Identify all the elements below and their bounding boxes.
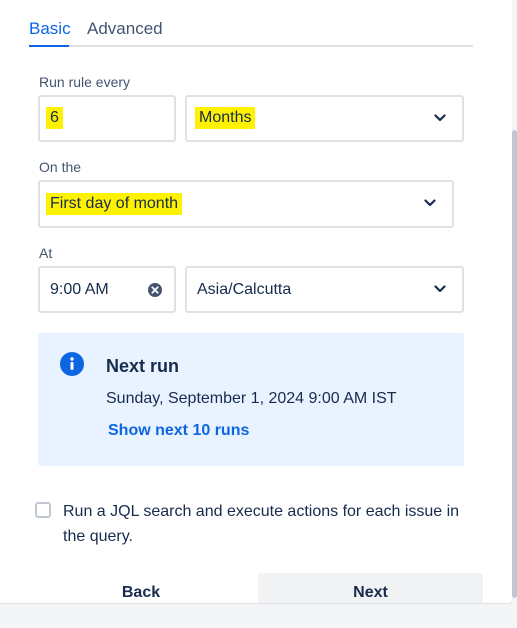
next-run-panel: Next run Sunday, September 1, 2024 9:00 … [38, 333, 464, 466]
time-input[interactable]: 9:00 AM [38, 266, 176, 313]
time-value: 9:00 AM [50, 281, 109, 298]
timezone-select[interactable]: Asia/Calcutta [185, 266, 464, 313]
unit-value: Months [195, 107, 256, 129]
tab-advanced[interactable]: Advanced [87, 19, 163, 39]
interval-value: 6 [46, 107, 63, 129]
chevron-down-icon [434, 285, 446, 293]
chevron-down-icon [424, 199, 436, 207]
run-rule-label: Run rule every [39, 74, 131, 90]
next-run-date: Sunday, September 1, 2024 9:00 AM IST [106, 390, 397, 407]
back-button[interactable]: Back [40, 573, 242, 603]
tab-divider [29, 45, 473, 47]
on-the-label: On the [39, 159, 82, 175]
info-icon [60, 352, 84, 376]
scrollbar-thumb[interactable] [512, 130, 517, 598]
active-tab-indicator [29, 45, 69, 47]
jql-checkbox[interactable] [35, 502, 51, 518]
interval-input[interactable]: 6 [38, 95, 176, 142]
timezone-value: Asia/Calcutta [197, 281, 292, 298]
tab-basic[interactable]: Basic [29, 19, 71, 39]
chevron-down-icon [434, 114, 446, 122]
next-button[interactable]: Next [258, 573, 483, 603]
on-the-select[interactable]: First day of month [38, 180, 454, 228]
jql-checkbox-label: Run a JQL search and execute actions for… [63, 503, 460, 545]
schedule-panel: Basic Advanced Run rule every 6 Months O… [0, 0, 513, 604]
at-label: At [39, 245, 53, 261]
unit-select[interactable]: Months [185, 95, 464, 142]
tab-bar: Basic Advanced [29, 18, 473, 48]
next-run-title: Next run [106, 356, 180, 376]
show-next-runs-link[interactable]: Show next 10 runs [108, 422, 249, 440]
clear-icon[interactable] [147, 282, 163, 298]
on-the-value: First day of month [46, 193, 183, 215]
